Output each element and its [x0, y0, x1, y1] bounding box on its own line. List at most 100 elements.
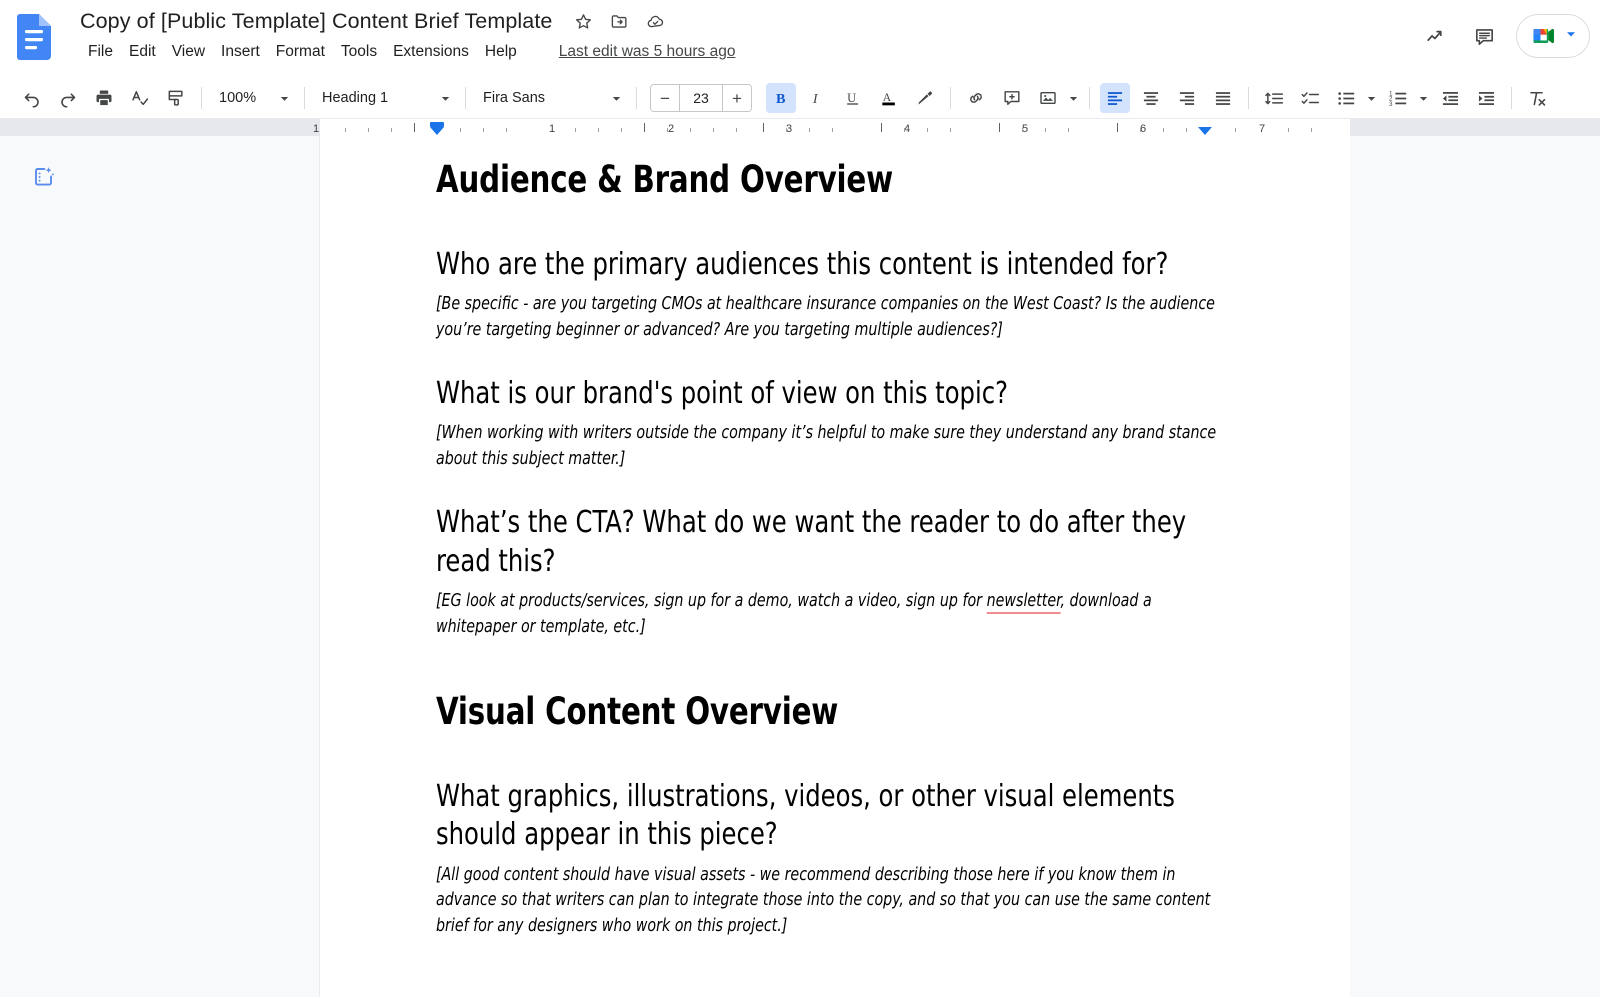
spelling-error-newsletter[interactable]: newsletter	[987, 591, 1061, 614]
font-family-dropdown[interactable]: Fira Sans	[473, 83, 629, 113]
title-and-menus: Copy of [Public Template] Content Brief …	[78, 4, 735, 67]
checklist-button[interactable]	[1295, 83, 1325, 113]
decrease-indent-button[interactable]	[1435, 83, 1465, 113]
align-left-button[interactable]	[1100, 83, 1130, 113]
svg-text:I: I	[812, 91, 819, 107]
highlight-color-button[interactable]	[910, 83, 940, 113]
svg-text:A: A	[883, 91, 892, 104]
show-outline-button[interactable]	[26, 158, 62, 194]
section-heading-audience-brand[interactable]: Audience & Brand Overview	[436, 158, 1131, 202]
menu-edit[interactable]: Edit	[121, 39, 164, 65]
toolbar-divider	[1511, 87, 1512, 109]
ruler-number: 1	[313, 123, 319, 135]
menu-format[interactable]: Format	[268, 39, 333, 65]
ruler[interactable]: 1 1 2 3 4	[0, 118, 1600, 136]
last-edit-link[interactable]: Last edit was 5 hours ago	[559, 43, 736, 61]
left-rail	[0, 136, 320, 997]
zoom-value: 100%	[219, 83, 256, 113]
document-page[interactable]: Audience & Brand Overview Who are the pr…	[320, 136, 1350, 997]
google-docs-window: Copy of [Public Template] Content Brief …	[0, 0, 1600, 998]
comment-history-icon[interactable]	[1462, 14, 1506, 58]
insert-image-button[interactable]	[1033, 83, 1063, 113]
chevron-down-icon	[607, 89, 625, 107]
chevron-down-icon	[436, 89, 454, 107]
note-brand-point-of-view[interactable]: [When working with writers outside the c…	[436, 421, 1225, 472]
toolbar-divider	[1248, 87, 1249, 109]
app-header: Copy of [Public Template] Content Brief …	[0, 0, 1600, 78]
underline-button[interactable]: U	[838, 83, 868, 113]
italic-button[interactable]: I	[802, 83, 832, 113]
toolbar-divider	[201, 87, 202, 109]
docs-logo-icon[interactable]	[14, 10, 54, 64]
menu-help[interactable]: Help	[477, 39, 525, 65]
bulleted-list-chevron-down-icon[interactable]	[1362, 89, 1380, 107]
note-visual-elements[interactable]: [All good content should have visual ass…	[436, 863, 1225, 940]
paragraph-style-dropdown[interactable]: Heading 1	[312, 83, 458, 113]
font-size-decrease-button[interactable]: −	[651, 85, 679, 111]
add-comment-button[interactable]	[997, 83, 1027, 113]
question-cta[interactable]: What’s the CTA? What do we want the read…	[436, 504, 1225, 581]
increase-indent-button[interactable]	[1471, 83, 1501, 113]
note-primary-audiences[interactable]: [Be specific - are you targeting CMOs at…	[436, 292, 1225, 343]
menu-view[interactable]: View	[164, 39, 213, 65]
line-spacing-button[interactable]	[1259, 83, 1289, 113]
ruler-number: 1	[549, 123, 555, 135]
insert-link-button[interactable]	[961, 83, 991, 113]
paragraph-style-value: Heading 1	[322, 83, 388, 113]
toolbar-divider	[304, 87, 305, 109]
title-row: Copy of [Public Template] Content Brief …	[78, 4, 735, 38]
align-center-button[interactable]	[1136, 83, 1166, 113]
toolbar-divider	[465, 87, 466, 109]
menu-file[interactable]: File	[80, 39, 121, 65]
menu-tools[interactable]: Tools	[333, 39, 385, 65]
question-primary-audiences[interactable]: Who are the primary audiences this conte…	[436, 246, 1225, 284]
numbered-list-button[interactable]: 1 2 3	[1383, 83, 1413, 113]
clear-formatting-button[interactable]	[1522, 83, 1552, 113]
cloud-saved-icon[interactable]	[642, 8, 668, 34]
activity-dashboard-icon[interactable]	[1414, 14, 1458, 58]
right-indent-marker[interactable]	[1198, 127, 1212, 135]
bold-button[interactable]: B	[766, 83, 796, 113]
toolbar: 100% Heading 1 Fira Sans	[0, 78, 1600, 118]
left-indent-marker[interactable]	[430, 127, 444, 135]
align-right-button[interactable]	[1172, 83, 1202, 113]
header-right-actions	[1414, 0, 1590, 72]
spell-check-button[interactable]	[125, 83, 155, 113]
toolbar-divider	[950, 87, 951, 109]
print-button[interactable]	[89, 83, 119, 113]
ruler-ticks: 1 1 2 3 4	[0, 119, 1600, 137]
title-action-icons	[570, 8, 668, 34]
ruler-number: 7	[1259, 123, 1265, 135]
menu-bar: File Edit View Insert Format Tools Exten…	[78, 37, 735, 67]
question-visual-elements[interactable]: What graphics, illustrations, videos, or…	[436, 778, 1225, 855]
toolbar-divider	[636, 87, 637, 109]
svg-text:B: B	[776, 91, 786, 107]
move-to-folder-icon[interactable]	[606, 8, 632, 34]
menu-insert[interactable]: Insert	[213, 39, 268, 65]
right-rail	[1350, 136, 1600, 997]
zoom-dropdown[interactable]: 100%	[209, 83, 297, 113]
star-icon[interactable]	[570, 8, 596, 34]
numbered-list-chevron-down-icon[interactable]	[1414, 89, 1432, 107]
section-heading-visual-content[interactable]: Visual Content Overview	[436, 690, 1131, 734]
ruler-number: 2	[668, 123, 674, 135]
document-canvas: Audience & Brand Overview Who are the pr…	[0, 136, 1600, 997]
svg-text:U: U	[847, 91, 856, 105]
svg-text:3: 3	[1389, 100, 1393, 107]
align-justify-button[interactable]	[1208, 83, 1238, 113]
bulleted-list-button[interactable]	[1331, 83, 1361, 113]
document-content[interactable]: Audience & Brand Overview Who are the pr…	[436, 158, 1226, 939]
paint-format-button[interactable]	[161, 83, 191, 113]
undo-button[interactable]	[17, 83, 47, 113]
google-meet-button[interactable]	[1516, 14, 1590, 58]
font-size-increase-button[interactable]: +	[723, 85, 751, 111]
document-title[interactable]: Copy of [Public Template] Content Brief …	[78, 5, 554, 37]
font-size-input[interactable]: 23	[679, 85, 723, 111]
note-cta[interactable]: [EG look at products/services, sign up f…	[436, 589, 1225, 640]
text-color-button[interactable]: A	[874, 83, 904, 113]
redo-button[interactable]	[53, 83, 83, 113]
font-family-value: Fira Sans	[483, 83, 545, 113]
question-brand-point-of-view[interactable]: What is our brand's point of view on thi…	[436, 375, 1225, 413]
menu-extensions[interactable]: Extensions	[385, 39, 477, 65]
insert-image-chevron-down-icon[interactable]	[1064, 89, 1082, 107]
